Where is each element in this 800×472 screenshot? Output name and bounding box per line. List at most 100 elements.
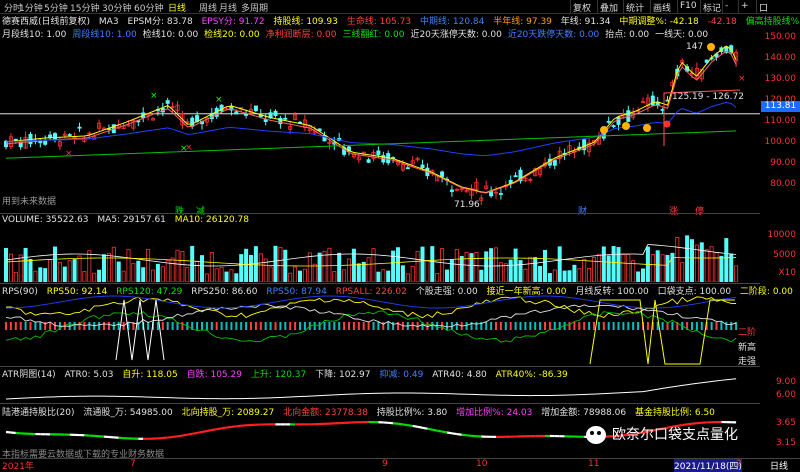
volume-bar <box>548 273 551 282</box>
hk-segment <box>452 433 457 434</box>
toolbar-btn-0[interactable]: 复权 <box>570 0 593 13</box>
rps-bar <box>314 322 316 330</box>
volume-bar <box>230 270 233 282</box>
volume-bar <box>681 263 684 282</box>
low-price-label: 71.96 <box>454 200 480 210</box>
period-tab-3[interactable]: 15分钟 <box>70 1 99 14</box>
hk-segment <box>427 429 432 430</box>
volume-bar <box>450 260 453 282</box>
volume-bar <box>347 259 350 282</box>
candle-body <box>441 172 444 177</box>
volume-bar <box>235 274 238 282</box>
volume-bar <box>686 236 689 282</box>
candle-body <box>377 151 380 155</box>
rps-bar <box>485 322 487 330</box>
rps-bar <box>711 322 713 330</box>
x-marker: × <box>738 74 746 84</box>
volume-bar <box>617 247 620 282</box>
toolbar-btn-8[interactable]: 口 <box>756 0 770 13</box>
candle-body <box>553 160 556 165</box>
rps-bar <box>725 322 727 330</box>
volume-bar <box>318 253 321 282</box>
volume-bar <box>279 247 282 282</box>
period-tab-6[interactable]: 日线 <box>168 1 186 14</box>
rps-bar <box>167 322 169 330</box>
bottom-tab-daily[interactable]: 日线 <box>770 459 788 472</box>
rps-bar <box>671 322 673 330</box>
rps-bar <box>583 322 585 330</box>
hk-segment <box>437 431 442 432</box>
toolbar-btn-3[interactable]: 画线 <box>650 0 673 13</box>
hk-segment <box>197 432 202 433</box>
atr-axis-9: 9.00 <box>776 377 796 387</box>
volume-bar <box>367 258 370 282</box>
rps-bar <box>250 322 252 330</box>
volume-bar <box>651 254 654 282</box>
volume-value: VOLUME: 35522.63 <box>2 215 89 225</box>
period-tab-7[interactable]: 周线 <box>199 1 217 14</box>
toolbar-btn-4[interactable]: F10 <box>677 0 699 13</box>
rps-bar <box>691 322 693 330</box>
volume-bar <box>676 237 679 282</box>
volume-bar <box>181 251 184 282</box>
volume-bar <box>210 252 213 282</box>
x-marker: × <box>215 95 223 105</box>
hk-segment <box>6 432 11 433</box>
rps-bar <box>716 322 718 330</box>
volume-bar <box>53 247 56 282</box>
volume-bar <box>34 271 37 282</box>
volume-bar <box>641 269 644 282</box>
rps-bar <box>245 322 247 330</box>
volume-bar <box>249 255 252 282</box>
volume-bar <box>308 253 311 282</box>
volume-bar <box>529 257 532 282</box>
period-tab-2[interactable]: 5分钟 <box>44 1 68 14</box>
volume-bar <box>460 256 463 282</box>
volume-bar <box>200 256 203 282</box>
candle-body <box>607 121 610 122</box>
period-tab-4[interactable]: 30分钟 <box>102 1 131 14</box>
rps-bar <box>510 322 512 330</box>
volume-bar <box>627 254 630 282</box>
candlestick-chart[interactable]: ×××××× <box>0 38 760 211</box>
volume-bar <box>426 260 429 282</box>
volume-bar <box>215 269 218 282</box>
rps-bar <box>564 322 566 330</box>
volume-bar <box>490 249 493 282</box>
volume-bar <box>205 274 208 282</box>
rps-bar <box>284 322 286 330</box>
atr-chart[interactable] <box>0 377 760 402</box>
pivot-dot <box>600 126 608 134</box>
rps-bar <box>338 322 340 330</box>
rps-bar <box>490 322 492 330</box>
volume-bar <box>63 267 66 282</box>
volume-bar <box>323 251 326 282</box>
date-7: 2 <box>736 459 742 469</box>
mid-line: 中期线: 120.84 <box>420 17 484 27</box>
toolbar-btn-5[interactable]: 标记 <box>700 0 723 13</box>
period-tab-8[interactable]: 月线 <box>219 1 237 14</box>
period-tab-9[interactable]: 多周期 <box>241 1 268 14</box>
volume-chart[interactable] <box>0 226 760 282</box>
toolbar-btn-2[interactable]: 统计 <box>623 0 646 13</box>
date-1: 2021年 <box>2 459 34 472</box>
vol-axis-unit: X10 <box>778 268 796 278</box>
toolbar-btn-7[interactable]: + <box>738 0 751 13</box>
period-tab-5[interactable]: 60分钟 <box>134 1 163 14</box>
candle-body <box>166 101 169 104</box>
toolbar-btn-1[interactable]: 叠加 <box>597 0 620 13</box>
toolbar-btn-6[interactable]: - <box>722 0 730 13</box>
hk-segment <box>187 434 192 435</box>
period-toolbar: 分时1分钟5分钟15分钟30分钟60分钟日线周线月线多周期复权叠加统计画线F10… <box>0 0 800 14</box>
period-tab-1[interactable]: 1分钟 <box>19 1 43 14</box>
stock-title[interactable]: 德赛西威(日线前复权) <box>2 17 90 27</box>
rps-bar <box>377 322 379 330</box>
rps-bar <box>343 322 345 330</box>
rps-chart[interactable] <box>0 294 760 366</box>
zhang-marker: 涨 <box>669 204 678 217</box>
cai-marker: 财 <box>578 204 587 217</box>
rps-bar <box>637 322 639 330</box>
candle-body <box>450 190 453 191</box>
hk-segment <box>418 427 423 428</box>
hk-segment <box>182 435 187 436</box>
